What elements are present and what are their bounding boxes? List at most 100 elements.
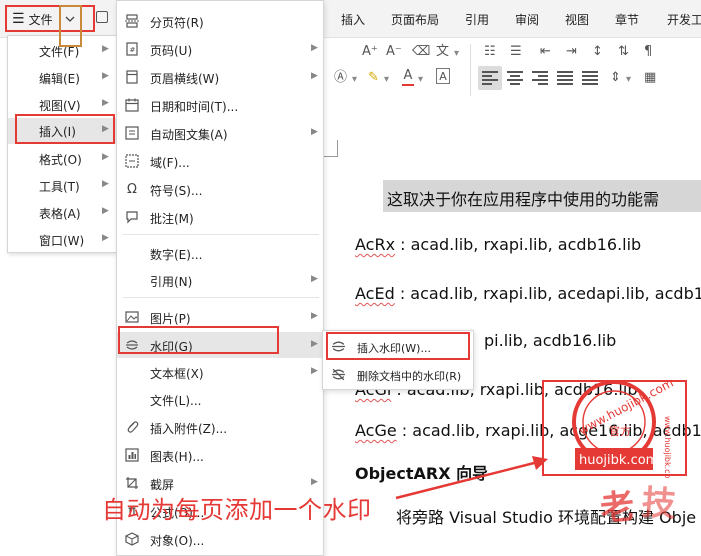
- menu-item-insert-file[interactable]: 文件(L)...: [117, 386, 323, 412]
- sort-icon[interactable]: ⇅: [618, 44, 629, 60]
- doc-line-prefix: AcEd: [355, 284, 395, 303]
- tab-references[interactable]: 引用: [465, 11, 489, 28]
- align-center-icon[interactable]: [507, 71, 523, 85]
- menu-item-label: 图片(P): [150, 312, 191, 326]
- page-break-icon: [124, 13, 140, 29]
- indent-decrease-icon[interactable]: ⇤: [540, 44, 551, 60]
- font-color-icon[interactable]: A: [402, 68, 414, 86]
- svg-text:huojibk.com: huojibk.com: [579, 453, 658, 468]
- tab-page-layout[interactable]: 页面布局: [391, 11, 439, 28]
- menu-item-field[interactable]: 域(F)...: [117, 148, 323, 174]
- align-right-icon[interactable]: [532, 71, 548, 85]
- chevron-down-icon[interactable]: ▾: [352, 72, 357, 88]
- menu-item-label: 数字(E)...: [150, 248, 203, 262]
- menu-item-symbol[interactable]: Ω 符号(S)...: [117, 176, 323, 202]
- tab-developer[interactable]: 开发工: [667, 11, 701, 28]
- paperclip-icon: [124, 419, 140, 435]
- menu-item-format[interactable]: 格式(O) ▶: [8, 146, 116, 172]
- menu-item-label: 图表(H)...: [150, 450, 204, 464]
- menu-item-label: 域(F)...: [150, 156, 190, 170]
- menu-item-comment[interactable]: 批注(M): [117, 204, 323, 230]
- menu-item-label: 页眉横线(W): [150, 72, 220, 86]
- chevron-down-icon[interactable]: ▾: [454, 46, 459, 62]
- menu-item-window[interactable]: 窗口(W) ▶: [8, 227, 116, 253]
- menu-item-autotext[interactable]: 自动图文集(A) ▶: [117, 120, 323, 146]
- justify-icon[interactable]: [557, 71, 573, 85]
- watermark-logo-text: 技: [640, 482, 678, 526]
- menu-item-table[interactable]: 表格(A) ▶: [8, 200, 116, 226]
- text-effect-icon[interactable]: Ⓐ: [334, 70, 347, 86]
- chevron-right-icon: ▶: [311, 43, 318, 53]
- phonetic-icon[interactable]: 文: [436, 44, 449, 60]
- grow-font-icon[interactable]: A⁺: [362, 44, 378, 60]
- paragraph-mark-icon[interactable]: ¶: [644, 44, 652, 60]
- menu-item-date-time[interactable]: 日期和时间(T)...: [117, 92, 323, 118]
- menu-item-textbox[interactable]: 文本框(X) ▶: [117, 359, 323, 385]
- menu-item-label: 自动图文集(A): [150, 128, 228, 142]
- menu-item-label: 工具(T): [39, 180, 80, 194]
- menu-item-label: 文本框(X): [150, 367, 204, 381]
- tab-insert[interactable]: 插入: [341, 11, 365, 28]
- menu-item-label: 符号(S)...: [150, 184, 203, 198]
- align-left-icon[interactable]: [482, 71, 498, 85]
- line-spacing-icon[interactable]: ↕: [592, 44, 603, 60]
- menu-item-tools[interactable]: 工具(T) ▶: [8, 173, 116, 199]
- bullet-list-icon[interactable]: ☷: [484, 44, 496, 60]
- chevron-down-icon[interactable]: ▾: [384, 72, 389, 88]
- doc-heading[interactable]: ObjectARX 向导: [355, 460, 488, 484]
- menu-item-chart[interactable]: 图表(H)...: [117, 442, 323, 468]
- object-icon: [124, 531, 140, 547]
- chevron-down-icon[interactable]: ▾: [626, 72, 631, 88]
- menu-item-page-number[interactable]: # 页码(U) ▶: [117, 36, 323, 62]
- tab-section[interactable]: 章节: [615, 11, 639, 28]
- chevron-right-icon: ▶: [102, 44, 109, 54]
- calendar-icon: [124, 97, 140, 113]
- tab-review[interactable]: 审阅: [515, 11, 539, 28]
- menu-item-label: 对象(O)...: [150, 534, 205, 548]
- line-height-icon[interactable]: ⇕: [610, 70, 621, 86]
- menu-item-object[interactable]: 对象(O)...: [117, 526, 323, 552]
- highlighted-text[interactable]: 这取决于你在应用程序中使用的功能需: [383, 180, 701, 212]
- doc-line-acrx[interactable]: AcRx : acad.lib, rxapi.lib, acdb16.lib: [355, 235, 641, 254]
- doc-line-partial[interactable]: pi.lib, acdb16.lib: [484, 331, 616, 350]
- save-icon[interactable]: [96, 11, 108, 23]
- menu-item-label: 格式(O): [39, 153, 82, 167]
- shading-icon[interactable]: ▦: [644, 70, 656, 86]
- delete-watermark-icon: [331, 367, 347, 383]
- numbered-list-icon[interactable]: ☰: [510, 44, 522, 60]
- char-border-icon[interactable]: A: [436, 68, 450, 84]
- menu-item-delete-watermark[interactable]: 删除文档中的水印(R): [323, 362, 473, 388]
- annotation-box-dropdown: [59, 5, 82, 47]
- menu-item-label: 删除文档中的水印(R): [357, 370, 462, 383]
- chevron-down-icon[interactable]: ▾: [418, 72, 423, 88]
- distribute-icon[interactable]: [582, 71, 598, 85]
- menu-item-reference[interactable]: 引用(N) ▶: [117, 267, 323, 293]
- comment-icon: [124, 209, 140, 225]
- tab-view[interactable]: 视图: [565, 11, 589, 28]
- menu-item-page-break[interactable]: 分页符(R): [117, 8, 323, 34]
- picture-icon: [124, 309, 140, 325]
- menu-item-number[interactable]: 数字(E)...: [117, 240, 323, 266]
- svg-text:#: #: [130, 46, 136, 54]
- toolbar-divider: [470, 44, 471, 96]
- chevron-right-icon: ▶: [311, 339, 318, 349]
- menu-item-attachment[interactable]: 插入附件(Z)...: [117, 414, 323, 440]
- menu-item-header-line[interactable]: 页眉横线(W) ▶: [117, 64, 323, 90]
- chevron-right-icon: ▶: [102, 206, 109, 216]
- indent-increase-icon[interactable]: ⇥: [566, 44, 577, 60]
- autotext-icon: [124, 125, 140, 141]
- shrink-font-icon[interactable]: A⁻: [386, 44, 402, 60]
- menu-item-edit[interactable]: 编辑(E) ▶: [8, 65, 116, 91]
- menu-item-label: 编辑(E): [39, 72, 80, 86]
- chevron-right-icon: ▶: [311, 311, 318, 321]
- doc-line-prefix: AcRx: [355, 235, 396, 254]
- watermark-logo-text: 老: [598, 486, 637, 530]
- field-icon: [124, 153, 140, 169]
- eraser-icon[interactable]: ⌫: [412, 44, 430, 60]
- highlight-pen-icon[interactable]: ✎: [368, 70, 379, 86]
- chevron-right-icon: ▶: [102, 233, 109, 243]
- doc-line-text: pi.lib, acdb16.lib: [484, 331, 617, 350]
- omega-icon: Ω: [127, 181, 137, 197]
- chevron-right-icon: ▶: [102, 179, 109, 189]
- doc-line-aced[interactable]: AcEd : acad.lib, rxapi.lib, acedapi.lib,…: [355, 284, 701, 303]
